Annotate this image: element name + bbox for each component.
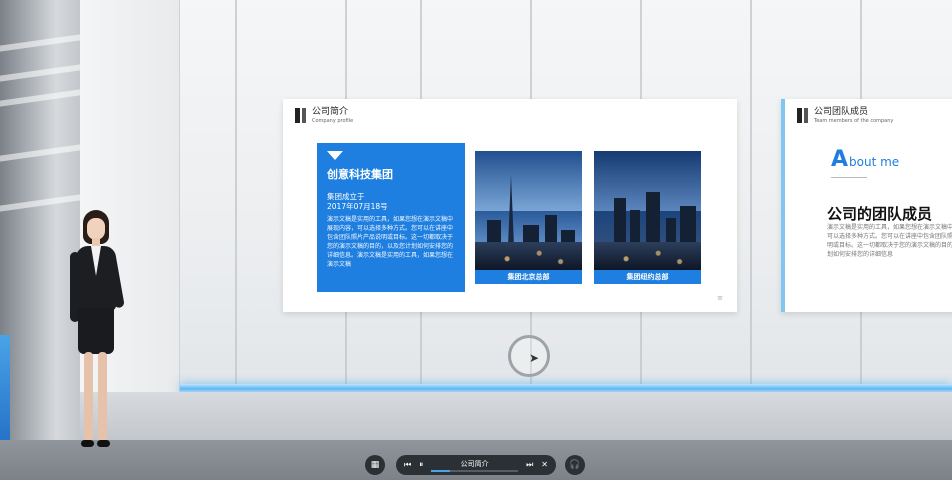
- slide-subtitle: Team members of the company: [814, 118, 894, 124]
- left-light-accent: [0, 335, 10, 440]
- founded-label: 集团成立于: [327, 192, 365, 201]
- about-heading: bout me: [849, 155, 900, 169]
- audio-player: ⏮ ⏸ 公司简介 ⏭ ✕: [396, 455, 556, 475]
- close-button[interactable]: ✕: [541, 461, 548, 469]
- about-initial: A: [831, 147, 849, 172]
- photo-newyork-hq: 集团纽约总部: [594, 151, 701, 284]
- next-button[interactable]: ⏭: [526, 461, 533, 469]
- slide-header: 公司团队成员 Team members of the company: [797, 107, 893, 125]
- slide-logo-icon: ≡: [717, 294, 723, 302]
- profile-card: 创意科技集团 集团成立于 2017年07月18号 演示文稿是实用的工具，如果您想…: [317, 143, 465, 292]
- slide-title: 公司团队成员: [814, 107, 869, 117]
- slide-company-profile[interactable]: 公司简介 Company profile 创意科技集团 集团成立于 2017年0…: [283, 99, 737, 312]
- floor: [80, 392, 952, 440]
- card-body: 演示文稿是实用的工具，如果您想在演示文稿中展现内容，可以选择多种方式。您可以在讲…: [327, 216, 454, 268]
- team-body: 演示文稿是实用的工具，如果您想在演示文稿中展现内容，可以选择多种方式。您可以在讲…: [827, 224, 952, 258]
- track-area: 公司简介: [431, 455, 519, 475]
- track-title: 公司简介: [460, 460, 489, 468]
- founded-date: 2017年07月18号: [327, 202, 388, 211]
- cursor-icon: ➤: [529, 351, 540, 365]
- bars-icon: [295, 108, 306, 123]
- previous-button[interactable]: ⏮: [404, 461, 411, 469]
- slide-title: 公司简介: [312, 107, 349, 117]
- card-title: 创意科技集团: [327, 168, 393, 181]
- photo-caption: 集团纽约总部: [594, 270, 701, 284]
- grid-menu-button[interactable]: ▦: [365, 455, 385, 475]
- bars-icon: [797, 108, 808, 123]
- slide-subtitle: Company profile: [312, 118, 354, 124]
- navigation-ring[interactable]: ➤: [508, 335, 550, 377]
- slide-team-members[interactable]: 公司团队成员 Team members of the company A bou…: [781, 99, 952, 312]
- divider: [831, 177, 867, 178]
- headphones-button[interactable]: 🎧: [565, 455, 585, 475]
- pause-button[interactable]: ⏸: [419, 461, 423, 469]
- headphones-icon: 🎧: [569, 459, 581, 470]
- photo-caption: 集团北京总部: [475, 270, 582, 284]
- floor-light-strip: [180, 384, 952, 392]
- virtual-presenter-avatar: [64, 208, 134, 458]
- slide-header: 公司简介 Company profile: [295, 107, 353, 125]
- triangle-icon: [327, 151, 343, 160]
- photo-beijing-hq: 集团北京总部: [475, 151, 582, 284]
- team-heading: 公司的团队成员: [827, 205, 933, 223]
- progress-fill: [431, 470, 451, 472]
- grid-icon: ▦: [370, 459, 380, 470]
